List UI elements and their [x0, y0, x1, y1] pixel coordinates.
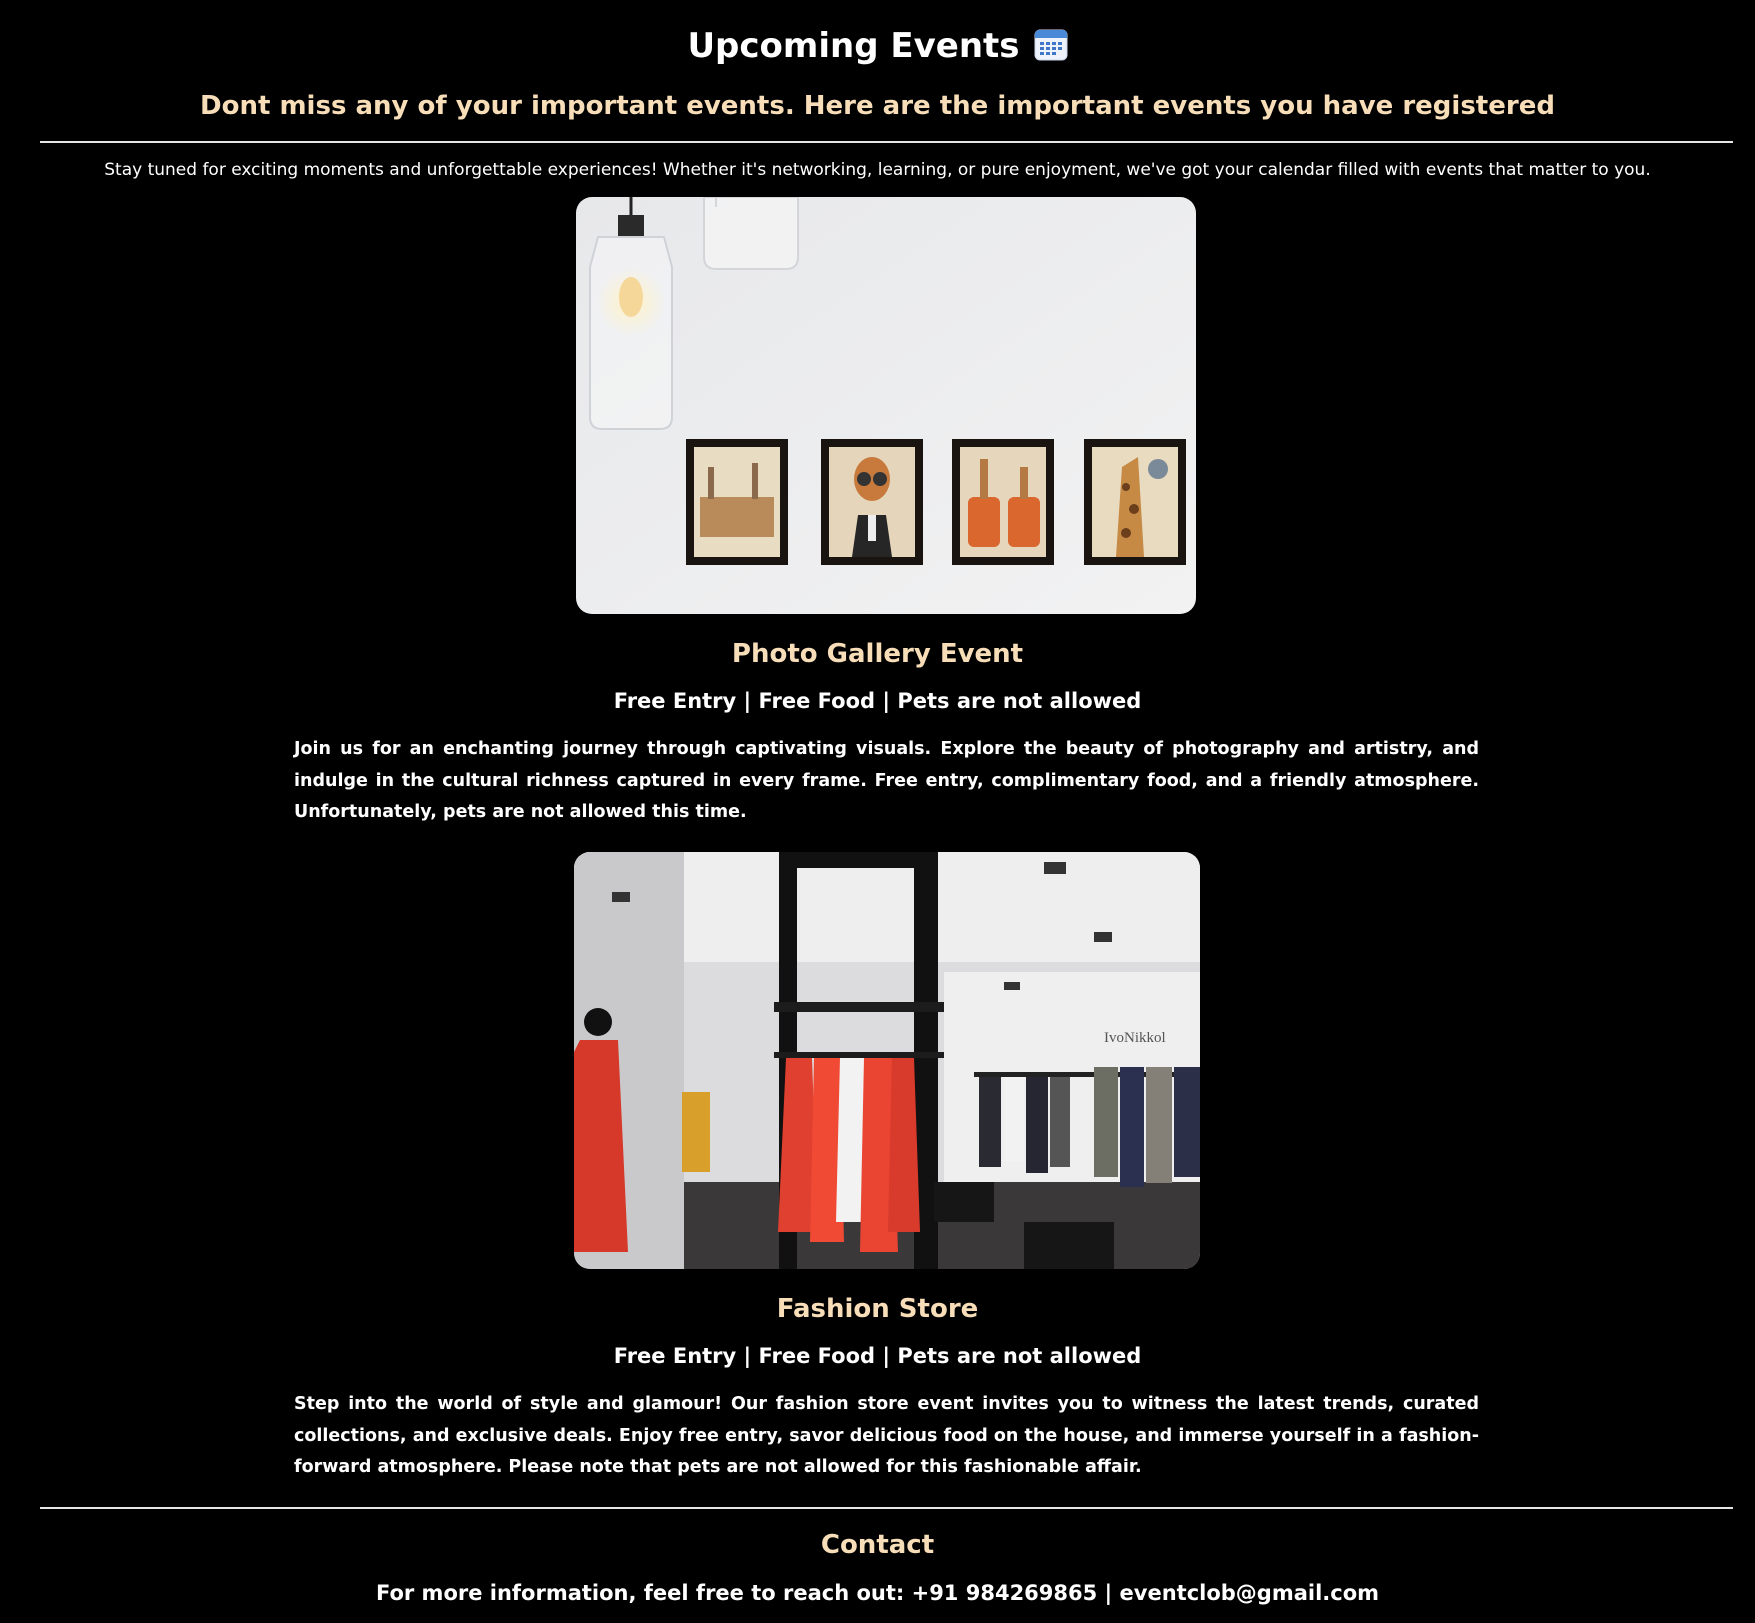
contact-title: Contact	[820, 1530, 935, 1560]
event-image-fashion-store: IvoNikkol	[574, 852, 1200, 1269]
contact-info: For more information, feel free to reach…	[375, 1581, 1380, 1605]
event-tags: Free Entry | Free Food | Pets are not al…	[613, 689, 1142, 713]
page-title-text: Upcoming Events	[687, 26, 1020, 66]
event-description: Join us for an enchanting journey throug…	[294, 739, 1479, 822]
store-sign: IvoNikkol	[1104, 1030, 1166, 1046]
event-title: Fashion Store	[776, 1294, 979, 1324]
calendar-icon	[1034, 27, 1068, 61]
event-title: Photo Gallery Event	[731, 639, 1024, 669]
page-title: Upcoming Events	[0, 22, 1755, 70]
intro-text: Stay tuned for exciting moments and unfo…	[104, 160, 1651, 180]
event-tags: Free Entry | Free Food | Pets are not al…	[613, 1344, 1142, 1368]
footer-divider	[40, 1507, 1733, 1509]
event-image-photo-gallery	[576, 197, 1196, 614]
header-divider	[40, 141, 1733, 143]
page-subtitle: Dont miss any of your important events. …	[200, 91, 1555, 121]
event-description: Step into the world of style and glamour…	[294, 1394, 1479, 1477]
